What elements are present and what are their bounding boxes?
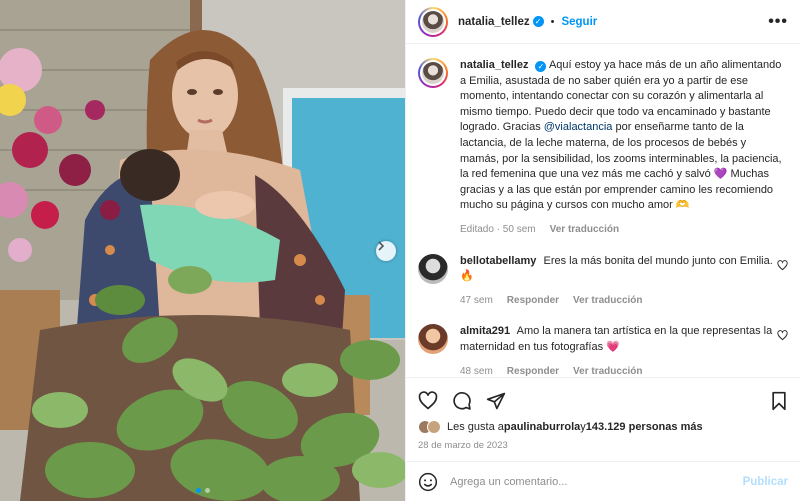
author-avatar[interactable] — [418, 6, 448, 37]
heart-icon[interactable] — [418, 391, 438, 411]
commenter-username[interactable]: bellotabellamy — [460, 255, 536, 267]
see-translation-link[interactable]: Ver traducción — [573, 293, 642, 309]
verified-badge-icon: ✓ — [535, 61, 547, 73]
see-translation-link[interactable]: Ver traducción — [573, 364, 642, 378]
post-date: 28 de marzo de 2023 — [418, 440, 508, 451]
post-header: natalia_tellez ✓ • Seguir ••• — [406, 0, 800, 44]
reply-link[interactable]: Responder — [507, 364, 559, 378]
caption-edited-time: Editado · 50 sem — [460, 223, 536, 235]
carousel-dots — [195, 488, 210, 493]
carousel-dot — [195, 488, 201, 493]
comment-item: bellotabellamy Eres la más bonita del mu… — [418, 253, 788, 309]
post-dialog: natalia_tellez ✓ • Seguir ••• natalia_te… — [0, 0, 800, 501]
comment-age: 47 sem — [460, 294, 493, 306]
post-photo[interactable] — [0, 0, 405, 501]
photo-illustration — [0, 0, 405, 501]
liker-username[interactable]: paulinaburrola — [504, 421, 580, 433]
publish-button[interactable]: Publicar — [743, 476, 788, 488]
carousel-dot — [204, 488, 210, 493]
caption: natalia_tellez ✓ Aquí estoy ya hace más d… — [418, 58, 788, 238]
commenter-username[interactable]: almita291 — [460, 325, 510, 337]
post-actions: Les gusta a paulinaburrola y 143.129 per… — [406, 377, 800, 461]
more-options-icon[interactable]: ••• — [768, 13, 788, 31]
comment-age: 48 sem — [460, 365, 493, 377]
likes-summary: Les gusta a paulinaburrola y 143.129 per… — [418, 420, 788, 434]
follow-button[interactable]: Seguir — [561, 16, 597, 28]
likes-count-link[interactable]: 143.129 personas más — [586, 421, 703, 433]
reply-link[interactable]: Responder — [507, 293, 559, 309]
caption-avatar[interactable] — [418, 58, 448, 88]
caption-text-after: por enseñarme tanto de la lactancia, de … — [460, 121, 782, 212]
see-translation-link[interactable]: Ver traducción — [550, 222, 619, 238]
comment-like-heart-icon[interactable] — [777, 259, 788, 271]
add-comment-bar: Publicar — [406, 461, 800, 501]
likes-prefix: Les gusta a — [447, 421, 504, 433]
commenter-avatar[interactable] — [418, 324, 448, 355]
commenter-avatar[interactable] — [418, 253, 448, 284]
comment-input[interactable] — [450, 475, 731, 488]
send-icon[interactable] — [486, 391, 506, 411]
post-side-panel: natalia_tellez ✓ • Seguir ••• natalia_te… — [405, 0, 800, 501]
caption-mention-link[interactable]: @vialactancia — [544, 121, 613, 133]
comment-like-heart-icon[interactable] — [777, 330, 788, 341]
comment-icon[interactable] — [452, 391, 472, 411]
comment-item: almita291 Amo la manera tan artística en… — [418, 324, 788, 377]
verified-badge-icon: ✓ — [532, 16, 544, 27]
bookmark-icon[interactable] — [770, 391, 788, 411]
separator: • — [550, 15, 555, 28]
comments-list[interactable]: natalia_tellez ✓ Aquí estoy ya hace más d… — [406, 44, 800, 377]
chevron-right-icon — [378, 241, 385, 251]
caption-username[interactable]: natalia_tellez — [460, 59, 528, 71]
liker-avatar[interactable] — [427, 420, 441, 434]
next-photo-button[interactable] — [376, 241, 396, 261]
author-username[interactable]: natalia_tellez — [458, 16, 530, 28]
emoji-icon[interactable] — [418, 472, 438, 492]
